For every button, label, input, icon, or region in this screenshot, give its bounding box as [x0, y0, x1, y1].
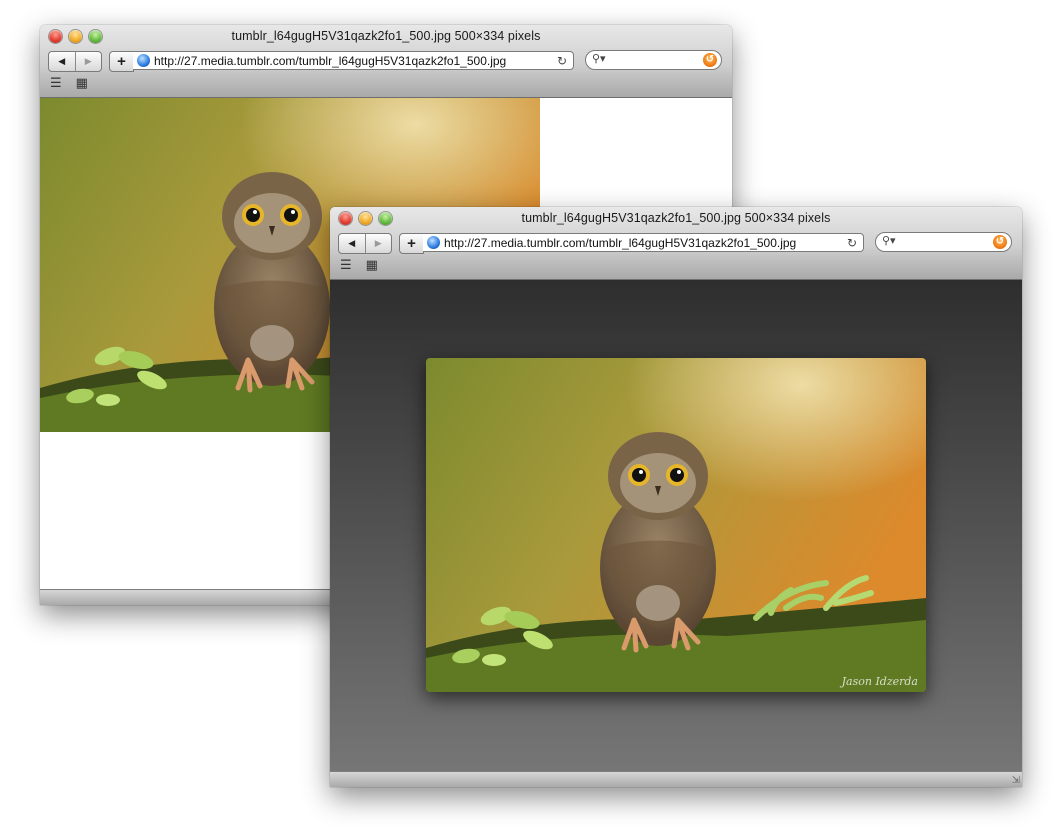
address-bar[interactable]: http://27.media.tumblr.com/tumblr_l64gug… [133, 51, 574, 70]
snapback-icon[interactable]: ↺ [703, 53, 717, 67]
image-viewer-content: Jason Idzerda [330, 280, 1022, 772]
forward-button[interactable]: ▶ [364, 234, 392, 253]
window-title: tumblr_l64gugH5V31qazk2fo1_500.jpg 500×3… [521, 211, 831, 225]
globe-icon [427, 236, 440, 249]
status-bar: ⇲ [330, 771, 1022, 787]
title-bar[interactable]: tumblr_l64gugH5V31qazk2fo1_500.jpg 500×3… [330, 207, 1022, 280]
browser-window-front[interactable]: tumblr_l64gugH5V31qazk2fo1_500.jpg 500×3… [330, 207, 1022, 787]
reload-icon[interactable]: ↻ [555, 54, 569, 68]
add-bookmark-button[interactable]: + [109, 51, 134, 72]
owl-photo: Jason Idzerda [426, 358, 926, 692]
owl-image [426, 358, 926, 692]
nav-buttons: ◀ ▶ [48, 51, 102, 72]
back-button[interactable]: ◀ [339, 234, 365, 253]
forward-button[interactable]: ▶ [74, 52, 102, 71]
back-button[interactable]: ◀ [49, 52, 75, 71]
top-sites-icon[interactable]: ▦ [366, 257, 378, 273]
bookmarks-bar: ☰ ▦ [340, 257, 378, 273]
window-title: tumblr_l64gugH5V31qazk2fo1_500.jpg 500×3… [231, 29, 541, 43]
photo-watermark: Jason Idzerda [841, 675, 918, 688]
search-field[interactable]: ⚲▾ ↺ [875, 232, 1012, 252]
resize-grip-icon[interactable]: ⇲ [1012, 775, 1020, 786]
search-icon: ⚲▾ [882, 235, 896, 247]
bookmarks-icon[interactable]: ☰ [50, 75, 62, 91]
globe-icon [137, 54, 150, 67]
top-sites-icon[interactable]: ▦ [76, 75, 88, 91]
bookmarks-bar: ☰ ▦ [50, 75, 88, 91]
bookmarks-icon[interactable]: ☰ [340, 257, 352, 273]
url-input[interactable]: http://27.media.tumblr.com/tumblr_l64gug… [154, 54, 555, 68]
add-bookmark-button[interactable]: + [399, 233, 424, 254]
search-field[interactable]: ⚲▾ ↺ [585, 50, 722, 70]
snapback-icon[interactable]: ↺ [993, 235, 1007, 249]
search-icon: ⚲▾ [592, 53, 606, 65]
address-bar[interactable]: http://27.media.tumblr.com/tumblr_l64gug… [423, 233, 864, 252]
nav-buttons: ◀ ▶ [338, 233, 392, 254]
reload-icon[interactable]: ↻ [845, 236, 859, 250]
title-bar[interactable]: tumblr_l64gugH5V31qazk2fo1_500.jpg 500×3… [40, 25, 732, 98]
url-input[interactable]: http://27.media.tumblr.com/tumblr_l64gug… [444, 236, 845, 250]
